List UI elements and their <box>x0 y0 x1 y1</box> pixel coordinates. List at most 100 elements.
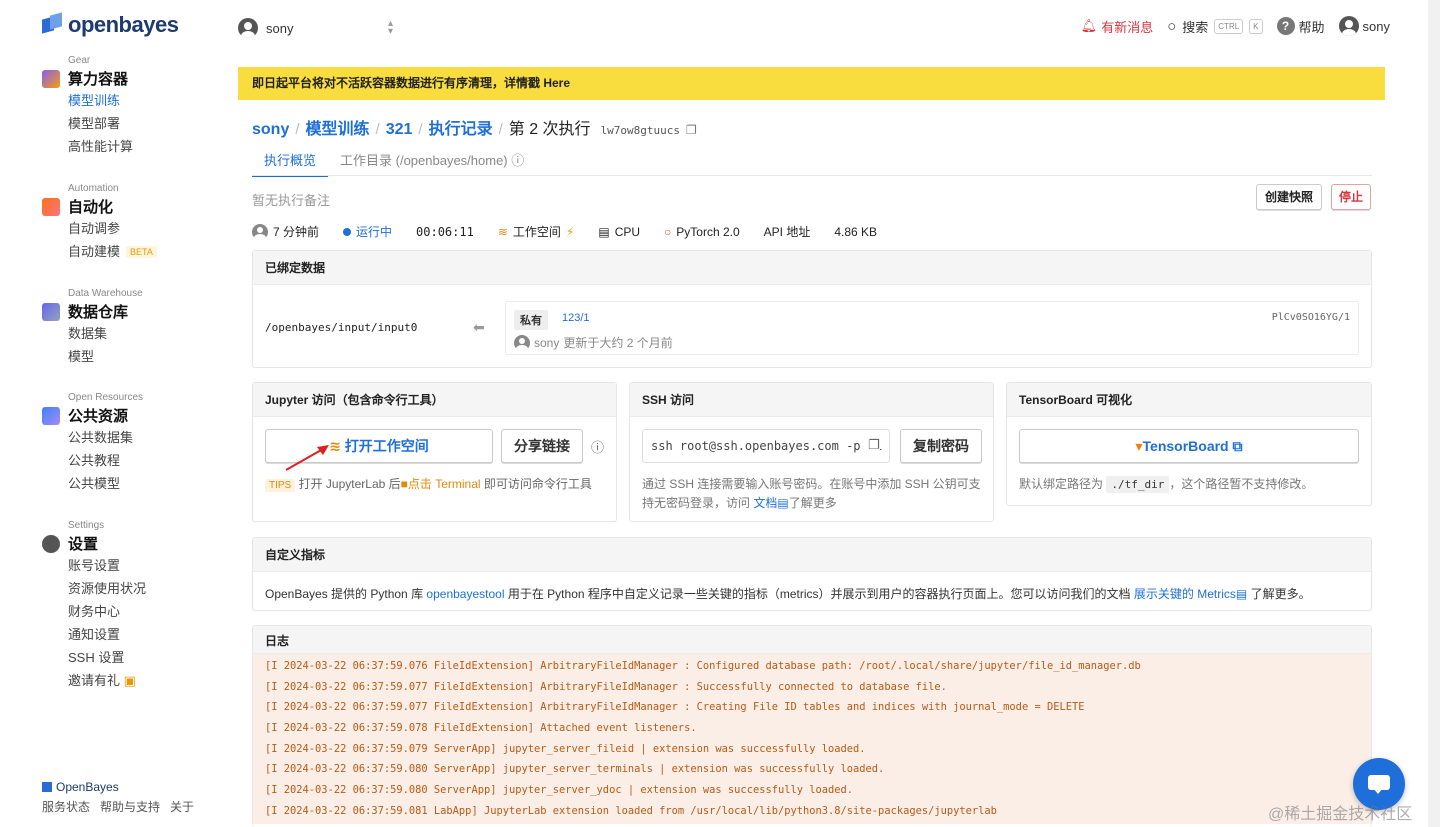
ssh-command-field[interactable]: ssh root@ssh.openbayes.com -p 31 <box>642 429 890 463</box>
nav-group-title: 公共资源 <box>68 408 129 425</box>
brand-logo[interactable]: openbayes <box>42 12 179 38</box>
tab-workdir-label: 工作目录 (/openbayes/home) <box>340 153 508 168</box>
private-badge: 私有 <box>514 310 548 330</box>
copy-password-button[interactable]: 复制密码 <box>900 429 982 463</box>
panel-title: SSH 访问 <box>630 383 993 417</box>
info-icon: ⓘ <box>511 153 525 168</box>
breadcrumb-separator: / <box>498 121 503 138</box>
breadcrumb-project[interactable]: 321 <box>386 121 413 139</box>
doc-icon: ▤ <box>777 496 789 510</box>
ssh-docs-link[interactable]: 文档 <box>753 496 777 510</box>
sidebar-item-hpc[interactable]: 高性能计算 <box>68 135 133 158</box>
panel-title: 自定义指标 <box>253 538 1371 572</box>
breadcrumb-user[interactable]: sony <box>252 121 289 139</box>
user-menu[interactable]: sony <box>1338 16 1390 36</box>
metrics-panel: 自定义指标 OpenBayes 提供的 Python 库 openbayesto… <box>252 537 1372 611</box>
log-output[interactable]: [I 2024-03-22 06:37:59.076 FileIdExtensi… <box>253 654 1371 824</box>
sidebar-item-finance[interactable]: 财务中心 <box>68 600 146 623</box>
footer-link-status[interactable]: 服务状态 <box>42 798 90 815</box>
sidebar-item-model-training[interactable]: 模型训练 <box>68 89 133 112</box>
run-duration: 00:06:11 <box>416 224 474 239</box>
avatar <box>1338 16 1359 36</box>
metrics-docs-link[interactable]: 展示关键的 Metrics <box>1134 587 1236 601</box>
search-icon: ○ <box>1167 17 1177 35</box>
resource-type: ▤ CPU <box>598 225 640 239</box>
footer-link-about[interactable]: 关于 <box>170 798 194 815</box>
nav-group-warehouse: Data Warehouse 数据仓库 数据集 模型 <box>42 288 143 368</box>
dataset-updated: 更新于大约 2 个月前 <box>563 336 673 350</box>
sidebar-item-usage[interactable]: 资源使用状况 <box>68 577 146 600</box>
footer-link-help[interactable]: 帮助与支持 <box>100 798 160 815</box>
tensorboard-icon: ▾ <box>1135 438 1143 454</box>
stop-button[interactable]: 停止 <box>1331 184 1371 210</box>
lightning-icon: ⚡︎ <box>565 224 575 239</box>
sidebar-item-public-tutorials[interactable]: 公共教程 <box>68 449 143 472</box>
panel-title: TensorBoard 可视化 <box>1007 383 1371 417</box>
kbd-k: K <box>1249 18 1263 34</box>
openbayestool-link[interactable]: openbayestool <box>426 587 504 601</box>
sidebar-item-invite[interactable]: 邀请有礼 ▣ <box>68 669 146 692</box>
breadcrumb-model-training[interactable]: 模型训练 <box>306 115 370 139</box>
log-line: [I 2024-03-22 06:37:59.078 FileIdExtensi… <box>265 722 697 735</box>
tab-workdir[interactable]: 工作目录 (/openbayes/home) ⓘ <box>328 144 536 177</box>
sidebar-item-models[interactable]: 模型 <box>68 345 143 368</box>
create-snapshot-button[interactable]: 创建快照 <box>1256 184 1322 210</box>
log-line: [I 2024-03-22 06:37:59.077 FileIdExtensi… <box>265 680 947 693</box>
run-id: lw7ow8gtuucs <box>600 124 681 137</box>
notifications-label: 有新消息 <box>1101 19 1154 35</box>
tensorboard-button[interactable]: ▾TensorBoard ⧉ <box>1019 429 1359 463</box>
sidebar-item-autotune[interactable]: 自动调参 <box>68 217 157 240</box>
ssh-description: 通过 SSH 连接需要输入账号密码。在账号中添加 SSH 公钥可支持无密码登录，… <box>642 475 987 513</box>
annotation-arrow-icon <box>285 445 329 471</box>
gear-cube-icon <box>42 69 60 88</box>
terminal-icon: ■ <box>400 477 408 491</box>
dataset-meta: sony 更新于大约 2 个月前 <box>514 334 673 351</box>
sidebar-item-model-deploy[interactable]: 模型部署 <box>68 112 133 135</box>
sidebar-item-account[interactable]: 账号设置 <box>68 554 146 577</box>
search-label: 搜索 <box>1182 19 1209 35</box>
status-badge: 运行中 <box>343 223 392 240</box>
gift-icon: ▣ <box>123 673 136 688</box>
copy-icon[interactable]: ❐ <box>866 437 880 453</box>
output-size: 4.86 KB <box>834 224 878 239</box>
search-button[interactable]: ○ 搜索 CTRL K <box>1167 17 1263 36</box>
sidebar-item-public-datasets[interactable]: 公共数据集 <box>68 426 143 449</box>
workspace-link[interactable]: ≋ 工作空间 ⚡︎ <box>498 223 575 240</box>
nav-group-gear: Gear 算力容器 模型训练 模型部署 高性能计算 <box>42 55 133 158</box>
sidebar-item-automl[interactable]: 自动建模 BETA <box>68 240 157 263</box>
log-line: [I 2024-03-22 06:37:59.076 FileIdExtensi… <box>265 660 1141 672</box>
bound-dataset-card[interactable]: 私有 123/1 PlCv0SO16YG/1 sony 更新于大约 2 个月前 <box>505 301 1359 355</box>
copy-icon[interactable]: ❐ <box>686 123 697 137</box>
nav-group-subtitle: Open Resources <box>68 392 144 403</box>
open-workspace-label: 打开工作空间 <box>344 438 429 454</box>
help-link[interactable]: ? 帮助 <box>1276 17 1325 36</box>
log-line: [I 2024-03-22 06:37:59.080 ServerApp] ju… <box>265 784 854 797</box>
info-icon[interactable]: ⓘ <box>591 437 604 456</box>
workspace-user-select[interactable]: sony ▴ ▾ <box>238 16 398 40</box>
workspace-label: 工作空间 <box>512 225 561 239</box>
api-address-link[interactable]: API 地址 <box>764 223 811 240</box>
sidebar-item-notifications[interactable]: 通知设置 <box>68 623 146 646</box>
run-remark[interactable]: 暂无执行备注 <box>252 190 330 209</box>
cleanup-banner[interactable]: 即日起平台将对不活跃容器数据进行有序清理，详情戳 Here <box>238 67 1385 100</box>
notifications-link[interactable]: 🔔︎ 有新消息 <box>1081 17 1154 36</box>
tensorboard-label: TensorBoard <box>1142 438 1229 454</box>
sidebar-item-public-models[interactable]: 公共模型 <box>68 472 143 495</box>
breadcrumb-runs[interactable]: 执行记录 <box>429 115 493 139</box>
warehouse-cube-icon <box>42 302 60 321</box>
jupyter-tips: TIPS 打开 JupyterLab 后■点击 Terminal 即可访问命令行… <box>265 475 605 495</box>
sidebar-item-ssh[interactable]: SSH 设置 <box>68 646 146 669</box>
sidebar-item-datasets[interactable]: 数据集 <box>68 322 143 345</box>
avatar <box>238 18 258 38</box>
main-content: 即日起平台将对不活跃容器数据进行有序清理，详情戳 Here sony / 模型训… <box>238 52 1385 827</box>
avatar <box>514 334 530 351</box>
panel-title: 已绑定数据 <box>253 251 1371 285</box>
public-resources-icon <box>42 406 60 425</box>
tensorboard-description: 默认绑定路径为 ./tf_dir ，这个路径暂不支持修改。 <box>1019 475 1313 493</box>
terminal-link[interactable]: 点击 Terminal <box>408 477 481 491</box>
page-scrollbar[interactable] <box>1428 0 1440 827</box>
share-link-button[interactable]: 分享链接 <box>501 429 583 463</box>
log-line: [I 2024-03-22 06:37:59.081 LabApp] Jupyt… <box>265 804 997 817</box>
dataset-link[interactable]: 123/1 <box>562 312 590 324</box>
tab-overview[interactable]: 执行概览 <box>252 144 329 177</box>
